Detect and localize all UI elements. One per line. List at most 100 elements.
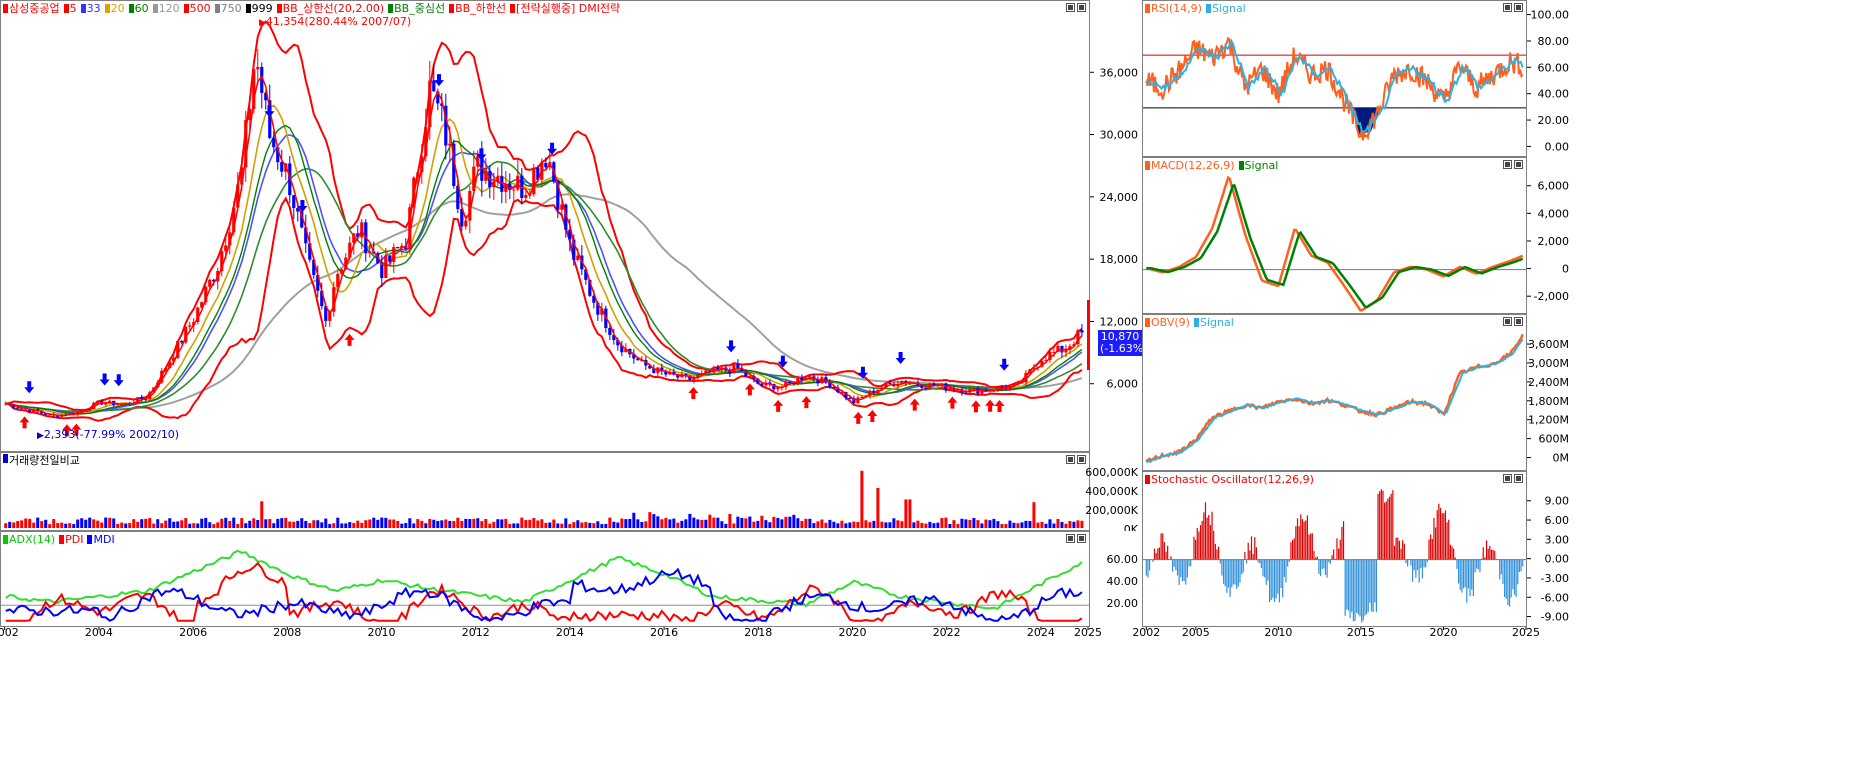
y-tick-label: 30,000 [1100, 129, 1139, 142]
volume-bar [368, 519, 372, 528]
volume-bar [916, 520, 920, 528]
volume-bar [860, 470, 864, 528]
rsi-y-axis[interactable]: 100.00 80.00 60.00 40.00 20.00 0.00 [1527, 0, 1571, 157]
macd-chart[interactable] [1143, 158, 1526, 313]
rsi-line [1145, 36, 1524, 141]
sell-signal-icon [99, 373, 110, 386]
volume-bar [764, 520, 768, 528]
volume-y-axis[interactable]: 600,000K 400,000K 200,000K 0K [1085, 452, 1142, 536]
y-tick-label: 80.00 [1538, 35, 1570, 48]
volume-bar [928, 521, 932, 528]
volume-bar [592, 523, 596, 528]
volume-chart[interactable] [1, 453, 1089, 530]
volume-bar [396, 521, 400, 528]
price-y-axis[interactable]: 36,000 30,000 24,000 18,000 12,000 6,000 10,8… [1087, 0, 1148, 452]
price-chart[interactable] [1, 1, 1089, 451]
volume-bar [92, 519, 96, 528]
volume-bar [596, 521, 600, 528]
obv-y-axis[interactable]: 3,600M 3,000M 2,400M 1,800M 1,200M 600M 0M [1527, 314, 1571, 471]
volume-bar [100, 522, 104, 528]
volume-bar [880, 521, 884, 528]
volume-bar [932, 523, 936, 528]
volume-bar [340, 523, 344, 528]
candle-body [188, 325, 192, 327]
y-tick-label: 3.00 [1545, 533, 1570, 546]
volume-bar [608, 517, 612, 528]
volume-bar [148, 518, 152, 528]
volume-bar [172, 521, 176, 528]
volume-bar [1072, 521, 1076, 528]
adx-chart[interactable] [1, 532, 1089, 626]
adx-panel[interactable]: ADX(14) PDI MDI [0, 531, 1090, 627]
buy-signal-icon [994, 400, 1005, 413]
volume-bar [576, 520, 580, 528]
volume-bar [1080, 520, 1084, 528]
y-tick-label: 0 [1562, 263, 1569, 276]
volume-bar [512, 523, 516, 528]
volume-bar [260, 501, 264, 528]
high-price-annotation: ▶41,354(280.44% 2007/07) [259, 15, 412, 28]
buy-signal-icon [773, 399, 784, 412]
volume-bar [640, 521, 644, 528]
y-tick-label: 6,000 [1107, 378, 1139, 391]
volume-bar [536, 520, 540, 528]
candle-body [964, 392, 968, 394]
right-x-axis[interactable]: 2002 2005 2010 2015 2020 2025 [1132, 626, 1571, 763]
stochastic-chart[interactable] [1143, 472, 1526, 626]
y-tick-label: 18,000 [1100, 253, 1139, 266]
volume-bar [1020, 522, 1024, 528]
volume-bar [664, 517, 668, 528]
volume-bar [188, 523, 192, 528]
x-tick-label: 2002 [0, 626, 19, 639]
volume-bar [4, 523, 8, 528]
stochastic-panel[interactable]: Stochastic Oscillator(12,26,9) [1142, 471, 1527, 627]
volume-bar [964, 519, 968, 528]
volume-bar [140, 519, 144, 528]
volume-bar [400, 523, 404, 528]
macd-y-axis[interactable]: 6,000 4,000 2,000 0 -2,000 [1527, 157, 1571, 314]
volume-bar [460, 520, 464, 528]
volume-bar [208, 522, 212, 528]
obv-panel[interactable]: OBV(9) Signal [1142, 314, 1527, 471]
volume-bar [1000, 524, 1004, 528]
bb-upper-line [5, 20, 1083, 412]
volume-panel[interactable]: 거래량전일비교 [0, 452, 1090, 531]
candle-body [492, 181, 496, 188]
x-tick-label: 2016 [650, 626, 678, 639]
rsi-chart[interactable] [1143, 1, 1526, 156]
volume-bar [832, 521, 836, 528]
volume-bar [156, 519, 160, 528]
candle-body [512, 189, 516, 191]
stochastic-y-axis[interactable]: 9.00 6.00 3.00 0.00 -3.00 -6.00 -9.00 [1527, 471, 1571, 627]
volume-bar [284, 517, 288, 528]
volume-bar [392, 519, 396, 528]
volume-bar [328, 524, 332, 528]
x-tick-label: 2018 [744, 626, 772, 639]
volume-bar [80, 518, 84, 528]
volume-bar [808, 518, 812, 528]
volume-bar [1064, 523, 1068, 528]
y-tick-label: 200,000K [1085, 504, 1138, 517]
rsi-panel[interactable]: RSI(14,9) Signal [1142, 0, 1527, 157]
volume-bar [888, 522, 892, 528]
volume-bar [648, 512, 652, 528]
main-x-axis[interactable]: 2002 2004 2006 2008 2010 2012 2014 2016 2018 2020… [0, 626, 1142, 763]
volume-bar [612, 521, 616, 528]
volume-bar [200, 518, 204, 528]
macd-panel[interactable]: MACD(12,26,9) Signal [1142, 157, 1527, 314]
ma60-line [5, 160, 1083, 413]
volume-bar [444, 519, 448, 528]
sell-signal-icon [726, 340, 737, 353]
volume-bar [20, 520, 24, 528]
volume-bar [652, 514, 656, 528]
buy-signal-icon [853, 411, 864, 424]
volume-bar [948, 524, 952, 528]
adx-y-axis[interactable]: 60.00 40.00 20.00 [1090, 531, 1142, 627]
volume-bar [884, 522, 888, 528]
volume-bar [180, 520, 184, 528]
volume-bar [740, 517, 744, 528]
volume-bar [684, 519, 688, 528]
price-panel[interactable]: 삼성중공업 5 33 20 60 120 500 750 999 BB_상한선(20,2.00) B… [0, 0, 1090, 452]
obv-chart[interactable] [1143, 315, 1526, 470]
volume-bar [788, 516, 792, 528]
